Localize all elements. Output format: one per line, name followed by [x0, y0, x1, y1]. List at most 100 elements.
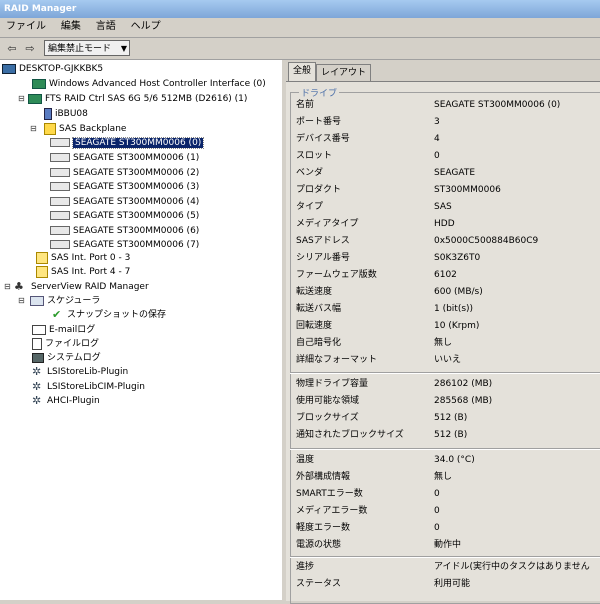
tree-node-computer[interactable]: DESKTOP-GJKKBK5 — [2, 62, 103, 76]
tree-node-serverview[interactable]: ♣ ServerView RAID Manager — [14, 280, 149, 294]
hard-disk-icon — [50, 240, 70, 249]
tab-general[interactable]: 全般 — [288, 62, 317, 81]
port-icon — [36, 265, 48, 278]
property-row: 軽度エラー数 0 — [296, 520, 596, 536]
property-value: 6102 — [434, 270, 457, 280]
property-label: 物理ドライブ容量 — [296, 379, 369, 389]
property-label: 通知されたブロックサイズ — [296, 430, 404, 440]
tree-node-backplane[interactable]: SAS Backplane — [44, 122, 126, 136]
property-row: 物理ドライブ容量 286102 (MB) — [296, 376, 596, 392]
tree-node-bbu[interactable]: iBBU08 — [44, 107, 88, 121]
property-value: ST300MM0006 — [434, 185, 501, 195]
property-row: デバイス番号 4 — [296, 131, 596, 147]
property-value: 0x5000C500884B60C9 — [434, 236, 539, 246]
tree-node-port[interactable]: SAS Int. Port 0 - 3 — [36, 251, 130, 265]
tree-node-plugin[interactable]: ✲ AHCI-Plugin — [32, 394, 100, 408]
property-value: 動作中 — [434, 540, 462, 550]
menu-file[interactable]: ファイル — [0, 18, 52, 36]
hard-disk-icon — [50, 197, 70, 206]
tree-node-disk[interactable]: SEAGATE ST300MM0006 (1) — [50, 151, 199, 165]
property-row: 回転速度 10 (Krpm) — [296, 318, 596, 334]
tree-node-disk[interactable]: SEAGATE ST300MM0006 (6) — [50, 224, 199, 238]
property-label: ブロックサイズ — [296, 413, 359, 423]
property-value: 286102 (MB) — [434, 379, 493, 389]
scheduler-icon — [30, 295, 44, 306]
tree-node-port[interactable]: SAS Int. Port 4 - 7 — [36, 265, 130, 279]
property-value: 無し — [434, 472, 453, 482]
hard-disk-icon — [50, 153, 70, 162]
hard-disk-icon — [50, 211, 70, 220]
property-label: 転送速度 — [296, 287, 333, 297]
tree-node-plugin[interactable]: ✲ LSIStoreLibCIM-Plugin — [32, 380, 145, 394]
property-row: 通知されたブロックサイズ 512 (B) — [296, 427, 596, 443]
property-label: SASアドレス — [296, 236, 350, 246]
tree-node-disk[interactable]: SEAGATE ST300MM0006 (3) — [50, 180, 199, 194]
property-row: 転送バス幅 1 (bit(s)) — [296, 301, 596, 317]
property-row: ポート番号 3 — [296, 114, 596, 130]
property-row: ステータス 利用可能 — [296, 576, 596, 592]
property-value: SAS — [434, 202, 452, 212]
port-icon — [36, 251, 48, 264]
property-label: 転送バス幅 — [296, 304, 342, 314]
property-value: 4 — [434, 134, 440, 144]
property-value: 利用可能 — [434, 579, 471, 589]
backplane-icon — [44, 122, 56, 135]
property-value: いいえ — [434, 355, 462, 365]
property-value: 3 — [434, 117, 440, 127]
property-value: 512 (B) — [434, 413, 468, 423]
hard-disk-icon — [50, 182, 70, 191]
tree-node-disk[interactable]: SEAGATE ST300MM0006 (5) — [50, 209, 199, 223]
property-row: ベンダ SEAGATE — [296, 165, 596, 181]
menu-help[interactable]: ヘルプ — [125, 18, 167, 36]
property-label: 自己暗号化 — [296, 338, 342, 348]
mode-select[interactable]: 編集禁止モード ▼ — [44, 40, 130, 56]
collapse-icon[interactable]: ⊟ — [18, 92, 26, 106]
property-row: シリアル番号 S0K3Z6T0 — [296, 250, 596, 266]
computer-icon — [2, 63, 16, 74]
forward-arrow-icon[interactable]: ⇨ — [22, 41, 38, 57]
checkmark-icon: ✔ — [52, 307, 62, 321]
hard-disk-icon — [50, 226, 70, 235]
property-value: 600 (MB/s) — [434, 287, 483, 297]
property-label: 進捗 — [296, 562, 315, 572]
collapse-icon[interactable]: ⊟ — [18, 294, 26, 308]
property-label: ベンダ — [296, 168, 324, 178]
tree-node-plugin[interactable]: ✲ LSIStoreLib-Plugin — [32, 365, 128, 379]
file-icon — [32, 337, 42, 350]
property-row: タイプ SAS — [296, 199, 596, 215]
tree-node-snapshot[interactable]: ✔ スナップショットの保存 — [52, 308, 166, 322]
divider — [290, 372, 600, 374]
tree-node-disk[interactable]: SEAGATE ST300MM0006 (0) — [50, 136, 205, 150]
collapse-icon[interactable]: ⊟ — [30, 122, 38, 136]
property-value: HDD — [434, 219, 455, 229]
menu-language[interactable]: 言語 — [90, 18, 122, 36]
hard-disk-icon — [50, 168, 70, 177]
tree-node-file-log[interactable]: ファイルログ — [32, 337, 99, 351]
property-value: 0 — [434, 489, 440, 499]
property-label: ステータス — [296, 579, 342, 589]
tree-node-disk[interactable]: SEAGATE ST300MM0006 (7) — [50, 238, 199, 252]
property-value: アイドル(実行中のタスクはありません — [434, 562, 590, 572]
tree-node-ahci-controller[interactable]: Windows Advanced Host Controller Interfa… — [32, 77, 266, 91]
tree-node-disk[interactable]: SEAGATE ST300MM0006 (2) — [50, 166, 199, 180]
chevron-down-icon: ▼ — [120, 44, 127, 53]
property-value: 0 — [434, 151, 440, 161]
tree-node-disk[interactable]: SEAGATE ST300MM0006 (4) — [50, 195, 199, 209]
property-value: 無し — [434, 338, 453, 348]
property-label: メディアエラー数 — [296, 506, 368, 516]
property-value: 34.0 (°C) — [434, 455, 475, 465]
tab-layout[interactable]: レイアウト — [316, 64, 372, 81]
plugin-gear-icon: ✲ — [32, 364, 42, 378]
toolbar: ⇦ ⇨ 編集禁止モード ▼ — [0, 38, 600, 60]
tree-node-system-log[interactable]: システムログ — [32, 351, 101, 365]
menu-edit[interactable]: 編集 — [55, 18, 87, 36]
properties-pane: 全般 レイアウト ドライブ 名前 SEAGATE ST300MM0006 (0) ポ… — [286, 60, 600, 604]
tree-node-raid-controller[interactable]: FTS RAID Ctrl SAS 6G 5/6 512MB (D2616) (… — [28, 92, 247, 106]
property-label: 温度 — [296, 455, 315, 465]
property-value: 0 — [434, 506, 440, 516]
device-tree: ⊟ DESKTOP-GJKKBK5 Windows Advanced Host … — [0, 60, 282, 600]
back-arrow-icon[interactable]: ⇦ — [4, 41, 20, 57]
tree-node-email-log[interactable]: E-mailログ — [32, 323, 95, 337]
collapse-icon[interactable]: ⊟ — [4, 280, 12, 294]
tree-node-scheduler[interactable]: スケジューラ — [30, 294, 100, 308]
